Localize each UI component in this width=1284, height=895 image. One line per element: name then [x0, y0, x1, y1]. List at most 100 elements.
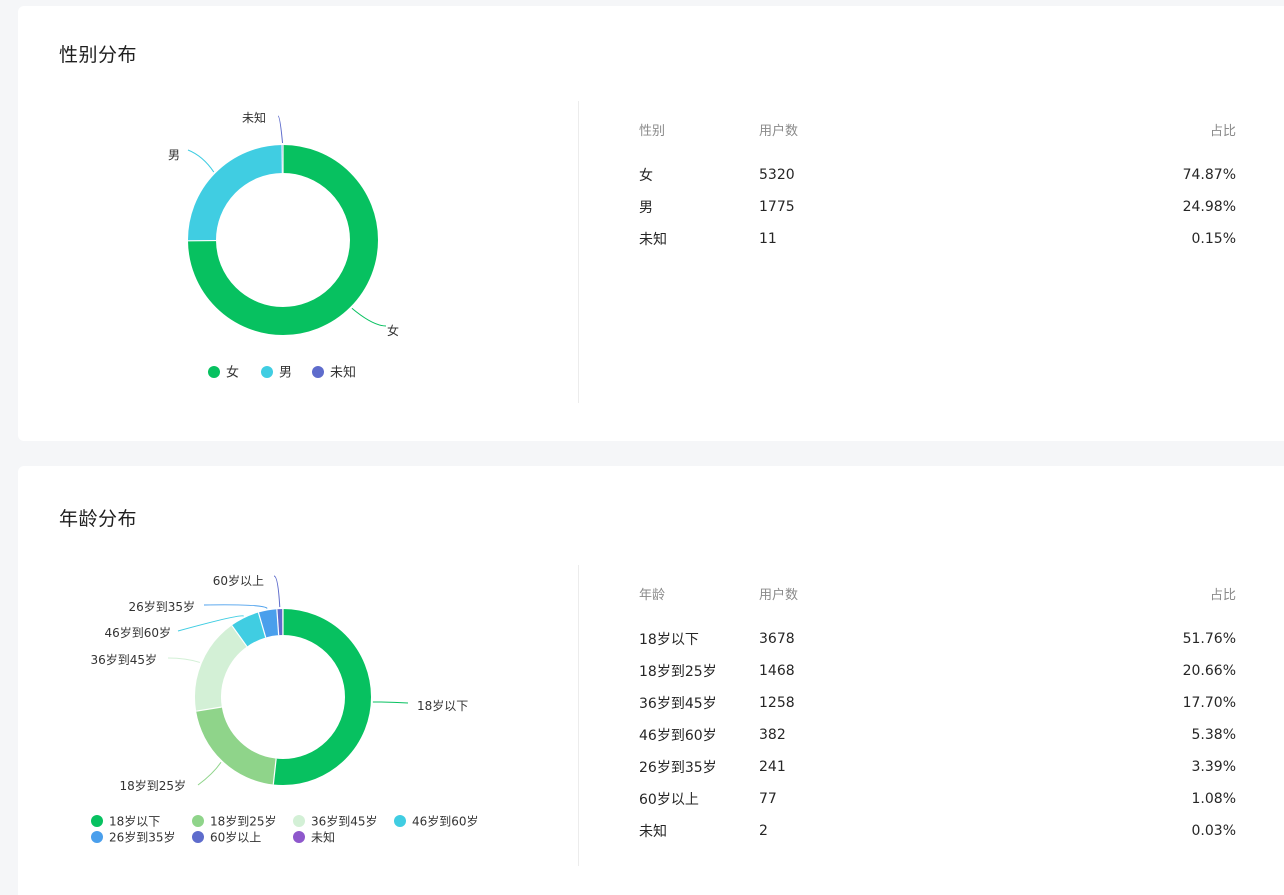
row-label: 26岁到35岁 — [639, 760, 717, 776]
row-label: 男 — [639, 200, 653, 216]
row-count: 5320 — [759, 167, 795, 183]
table-row: 18岁以下 3678 51.76% — [639, 623, 1236, 655]
row-ratio: 0.15% — [1191, 231, 1236, 247]
legend-dot — [293, 831, 305, 843]
legend-item[interactable]: 未知 — [293, 831, 335, 845]
slice-label: 女 — [387, 323, 399, 338]
legend-item[interactable]: 18岁到25岁 — [192, 814, 277, 829]
legend-dot — [91, 831, 103, 843]
legend-dot — [192, 815, 204, 827]
row-ratio: 74.87% — [1182, 167, 1236, 183]
row-label: 60岁以上 — [639, 792, 699, 808]
row-label: 36岁到45岁 — [639, 696, 717, 712]
legend-item[interactable]: 36岁到45岁 — [293, 814, 378, 829]
gender-table: 性别 用户数 占比 女 5320 74.87% 男 1775 24.98% 未知… — [639, 120, 1236, 255]
slice-label: 26岁到35岁 — [128, 599, 195, 614]
legend-item[interactable]: 女 — [208, 365, 239, 381]
legend-dot — [394, 815, 406, 827]
row-label: 未知 — [639, 232, 667, 248]
row-count: 2 — [759, 823, 768, 839]
row-label: 未知 — [639, 824, 667, 840]
row-count: 1775 — [759, 199, 795, 215]
age-divider — [578, 565, 579, 866]
legend-label: 60岁以上 — [210, 830, 261, 845]
leader-line — [197, 761, 222, 786]
table-header-row: 性别 用户数 占比 — [639, 120, 1236, 159]
legend-dot — [91, 815, 103, 827]
age-card: 年龄分布 18岁以下 18岁到25岁 36岁到45岁 46岁到60岁 26岁到35岁 60… — [18, 466, 1284, 895]
slice-label: 未知 — [242, 111, 266, 125]
row-ratio: 20.66% — [1182, 663, 1236, 679]
header-users: 用户数 — [759, 588, 799, 603]
legend-item[interactable]: 46岁到60岁 — [394, 814, 479, 829]
table-row: 36岁到45岁 1258 17.70% — [639, 687, 1236, 719]
legend-label: 男 — [279, 366, 292, 381]
legend-dot — [261, 366, 273, 378]
table-row: 60岁以上 77 1.08% — [639, 783, 1236, 815]
slice-label: 36岁到45岁 — [90, 652, 157, 667]
age-table: 年龄 用户数 占比 18岁以下 3678 51.76% 18岁到25岁 1468… — [639, 584, 1236, 847]
row-label: 18岁以下 — [639, 632, 699, 648]
table-row: 男 1775 24.98% — [639, 191, 1236, 223]
leader-line — [277, 115, 284, 144]
legend-dot — [192, 831, 204, 843]
row-ratio: 24.98% — [1182, 199, 1236, 215]
row-label: 46岁到60岁 — [639, 728, 717, 744]
header-ratio: 占比 — [1209, 588, 1236, 603]
table-row: 18岁到25岁 1468 20.66% — [639, 655, 1236, 687]
row-label: 女 — [639, 168, 653, 184]
legend-item[interactable]: 26岁到35岁 — [91, 830, 176, 845]
legend-label: 26岁到35岁 — [109, 830, 176, 845]
table-row: 未知 2 0.03% — [639, 815, 1236, 847]
legend-label: 46岁到60岁 — [412, 814, 479, 829]
row-ratio: 17.70% — [1182, 695, 1236, 711]
legend-dot — [208, 366, 220, 378]
slice-label: 18岁到25岁 — [119, 778, 186, 793]
legend-item[interactable]: 18岁以下 — [91, 814, 160, 829]
legend-label: 未知 — [330, 365, 356, 381]
header-ratio: 占比 — [1209, 124, 1236, 139]
legend-item[interactable]: 未知 — [312, 365, 356, 381]
age-donut-chart: 18岁以下18岁到25岁36岁到45岁46岁到60岁26岁到35岁60岁以上18… — [90, 573, 479, 845]
table-header-row: 年龄 用户数 占比 — [639, 584, 1236, 623]
table-row: 女 5320 74.87% — [639, 159, 1236, 191]
header-users: 用户数 — [759, 124, 799, 139]
row-count: 11 — [759, 231, 777, 247]
row-label: 18岁到25岁 — [639, 664, 717, 680]
row-count: 3678 — [759, 631, 795, 647]
gender-donut-chart: 女男未知女男未知 — [168, 111, 399, 381]
slice-label: 46岁到60岁 — [104, 625, 171, 640]
header-age: 年龄 — [639, 588, 666, 603]
legend-dot — [312, 366, 324, 378]
row-count: 1258 — [759, 695, 795, 711]
gender-divider — [578, 101, 579, 403]
table-row: 未知 11 0.15% — [639, 223, 1236, 255]
leader-line — [203, 604, 268, 609]
legend-label: 未知 — [311, 831, 335, 845]
leader-line — [273, 575, 281, 608]
gender-card: 性别分布 女男未知女男未知 性别 用户数 占比 女 5320 74.87% 男 … — [18, 6, 1284, 441]
slice-label: 60岁以上 — [213, 573, 264, 588]
legend-label: 18岁以下 — [109, 814, 160, 829]
slice-label: 18岁以下 — [417, 698, 468, 713]
legend-label: 女 — [226, 365, 239, 381]
slice-label: 男 — [168, 148, 180, 162]
table-row: 46岁到60岁 382 5.38% — [639, 719, 1236, 751]
leader-line — [167, 657, 201, 663]
legend-label: 36岁到45岁 — [311, 814, 378, 829]
row-ratio: 1.08% — [1191, 791, 1236, 807]
row-ratio: 3.39% — [1191, 759, 1236, 775]
leader-line — [372, 701, 409, 704]
header-gender: 性别 — [639, 124, 666, 139]
legend-label: 18岁到25岁 — [210, 814, 277, 829]
legend-item[interactable]: 60岁以上 — [192, 830, 261, 845]
row-ratio: 5.38% — [1191, 727, 1236, 743]
row-ratio: 51.76% — [1182, 631, 1236, 647]
row-count: 241 — [759, 759, 786, 775]
row-count: 382 — [759, 727, 786, 743]
legend-dot — [293, 815, 305, 827]
leader-line — [187, 149, 215, 173]
row-count: 1468 — [759, 663, 795, 679]
row-count: 77 — [759, 791, 777, 807]
legend-item[interactable]: 男 — [261, 366, 292, 381]
